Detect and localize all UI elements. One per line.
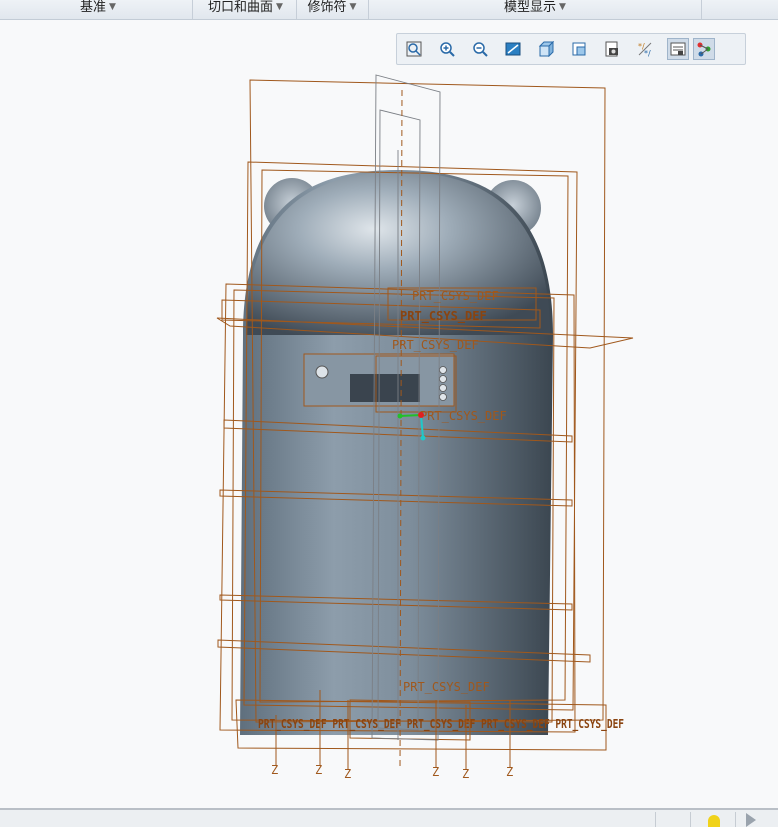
view-toolbar: */*/ [396, 33, 746, 65]
spin-center-button[interactable] [693, 38, 715, 60]
status-divider [690, 812, 691, 827]
svg-text:*/: */ [644, 49, 651, 57]
spin-center-icon [697, 42, 711, 57]
zoom-out-icon [473, 42, 488, 57]
ribbon-group-bar: 基准 ▼ 切口和曲面 ▼ 修饰符 ▼ 模型显示 ▼ [0, 0, 778, 20]
selection-filter-arrow-icon[interactable] [746, 813, 756, 827]
ribbon-group-cuts-surfaces-label: 切口和曲面 [208, 0, 274, 15]
csys-label: PRT_CSYS_DEF [403, 680, 490, 694]
perspective-view-button[interactable]: */*/ [634, 38, 656, 60]
display-style-button[interactable] [535, 38, 557, 60]
refit-icon [406, 41, 422, 57]
axis-z-label: Z [462, 767, 469, 781]
ribbon-group-modifiers[interactable]: 修饰符 ▼ [298, 0, 366, 19]
ribbon-separator [701, 0, 702, 19]
chevron-down-icon: ▼ [276, 2, 283, 12]
ribbon-separator [192, 0, 193, 19]
panel-knob [315, 365, 329, 379]
datum-display-filters-button[interactable] [667, 38, 689, 60]
axis-z-label: Z [315, 763, 322, 777]
perspective-view-icon: */*/ [638, 42, 652, 57]
axis-z-label: Z [344, 767, 351, 781]
chevron-down-icon: ▼ [109, 2, 116, 12]
display-style-icon [538, 41, 554, 57]
model-view[interactable]: PRT_CSYS_DEF PRT_CSYS_DEF PRT_CSYS_DEF P… [0, 20, 778, 808]
axis-z-label: Z [432, 765, 439, 779]
chevron-down-icon: ▼ [559, 2, 566, 12]
refit-button[interactable] [403, 38, 425, 60]
graphics-window[interactable]: PRT_CSYS_DEF PRT_CSYS_DEF PRT_CSYS_DEF P… [0, 20, 778, 808]
datum-display-filters-icon [670, 42, 686, 56]
csys-label-cluster: PRT_CSYS_DEF PRT_CSYS_DEF PRT_CSYS_DEF P… [258, 717, 624, 732]
saved-orientations-button[interactable] [568, 38, 590, 60]
repaint-button[interactable] [502, 38, 524, 60]
ribbon-group-model-display[interactable]: 模型显示 ▼ [370, 0, 700, 19]
chevron-down-icon: ▼ [349, 2, 357, 12]
ribbon-separator [368, 0, 369, 19]
zoom-in-icon [440, 42, 455, 57]
regeneration-status-light-icon[interactable] [708, 815, 720, 827]
csys-label: PRT_CSYS_DEF [400, 309, 487, 324]
csys-label: PRT_CSYS_DEF [420, 409, 507, 423]
view-manager-icon [605, 41, 618, 57]
view-manager-button[interactable] [601, 38, 623, 60]
ribbon-group-datum[interactable]: 基准 ▼ [60, 0, 136, 19]
panel-display [350, 374, 420, 402]
ribbon-group-datum-label: 基准 [80, 0, 107, 15]
zoom-out-button[interactable] [469, 38, 491, 60]
csys-label: PRT_CSYS_DEF [392, 338, 479, 352]
status-divider [735, 812, 736, 827]
axis-z-label: Z [506, 765, 513, 779]
ribbon-group-model-display-label: 模型显示 [504, 0, 557, 15]
saved-orientations-icon [572, 42, 586, 56]
status-divider [655, 812, 656, 827]
repaint-icon [505, 42, 521, 56]
csys-label: PRT_CSYS_DEF [412, 289, 499, 303]
ribbon-separator [296, 0, 297, 19]
status-bar [0, 808, 778, 827]
ribbon-group-modifiers-label: 修饰符 [307, 0, 347, 15]
zoom-in-button[interactable] [436, 38, 458, 60]
axis-z-label: Z [271, 763, 278, 777]
ribbon-group-cuts-surfaces[interactable]: 切口和曲面 ▼ [197, 0, 294, 19]
